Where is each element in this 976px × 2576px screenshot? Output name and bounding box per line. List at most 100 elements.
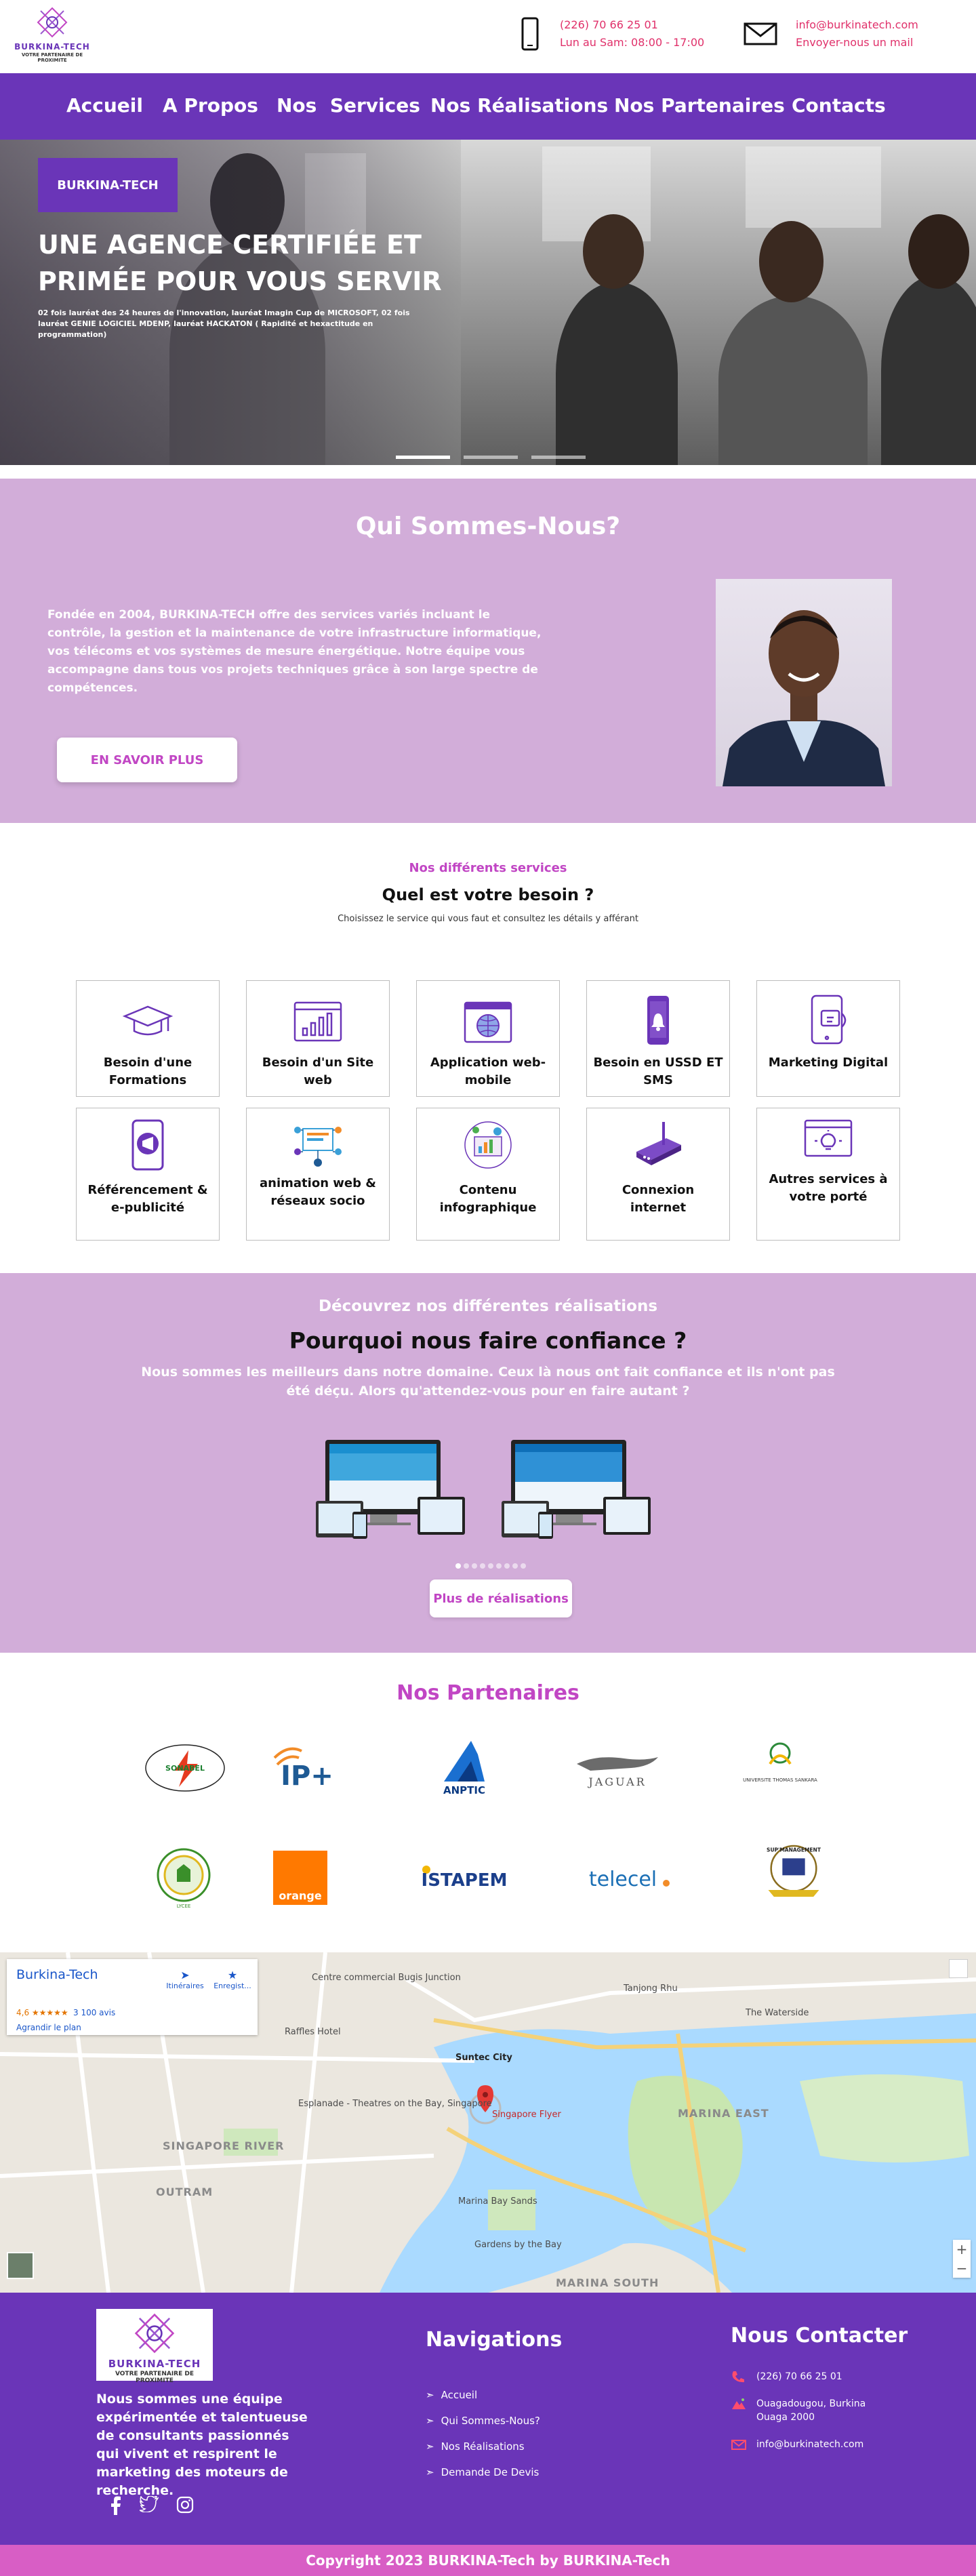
zoom-out-button[interactable]: − [953, 2259, 971, 2278]
paper-plane-icon: ➣ [426, 2440, 434, 2453]
footer-nav-item-devis[interactable]: ➣ Demande De Devis [426, 2459, 540, 2485]
map-label: Suntec City [455, 2053, 512, 2063]
partner-logo-lycee[interactable]: LYCEE [133, 1844, 235, 1912]
embedded-map[interactable]: Centre commercial Bugis Junction Raffles… [0, 1952, 976, 2293]
service-card-infographie[interactable]: Contenu infographique [416, 1108, 560, 1241]
partner-logo-text: SONABEL [165, 1764, 205, 1773]
project-mockup-image[interactable] [316, 1436, 472, 1544]
header-email[interactable]: info@burkinatech.com [796, 16, 918, 34]
partner-logo-text: telecel [589, 1868, 657, 1891]
carousel-dot[interactable] [464, 1563, 469, 1569]
carousel-dot[interactable] [512, 1563, 518, 1569]
map-label: Tanjong Rhu [624, 1984, 678, 1994]
service-card-ussd-sms[interactable]: Besoin en USSD ET SMS [586, 980, 730, 1097]
nav-item-contacts[interactable]: Contacts [792, 94, 886, 117]
service-card-application[interactable]: Application web-mobile [416, 980, 560, 1097]
partner-logo-text: SUP'MANAGEMENT [767, 1847, 821, 1853]
envelope-icon [731, 2440, 746, 2450]
partner-logo-ipplus[interactable]: IP+ [258, 1734, 359, 1802]
graduation-cap-icon [122, 1005, 174, 1036]
hero-dot[interactable] [464, 456, 518, 459]
header-email-cta[interactable]: Envoyer-nous un mail [796, 34, 918, 52]
hero-photo-right [461, 140, 976, 465]
pegman-icon[interactable] [949, 1959, 968, 1978]
partner-logo-orange[interactable]: orange [249, 1844, 351, 1912]
carousel-dot[interactable] [504, 1563, 510, 1569]
services-section: Nos différents services Quel est votre b… [0, 823, 976, 1273]
footer-nav-item-realisations[interactable]: ➣ Nos Réalisations [426, 2434, 540, 2459]
service-label: Besoin d'un Site web [262, 1055, 374, 1087]
partner-logo-text: JAGUAR [587, 1775, 646, 1788]
nav-item-realisations[interactable]: Nos Réalisations [430, 94, 608, 117]
site-logo[interactable]: BURKINA-TECH VOTRE PARTENAIRE DE PROXIMI… [12, 7, 92, 63]
carousel-dot[interactable] [521, 1563, 526, 1569]
project-mockup-image[interactable] [502, 1436, 657, 1544]
footer-contact-title: Nous Contacter [731, 2324, 908, 2348]
nav-item-a-propos[interactable]: A Propos [163, 94, 258, 117]
phone-notification-icon [647, 996, 669, 1045]
phone-icon [732, 2371, 744, 2383]
map-reviews-link[interactable]: 3 100 avis [73, 2008, 115, 2017]
service-card-marketing[interactable]: Marketing Digital [756, 980, 900, 1097]
footer-logo-name: BURKINA-TECH [108, 2358, 201, 2370]
partner-logo-sonabel[interactable]: SONABEL [134, 1734, 236, 1802]
header-phone[interactable]: (226) 70 66 25 01 [560, 16, 704, 34]
about-title: Qui Sommes-Nous? [355, 512, 621, 540]
zoom-in-button[interactable]: + [953, 2240, 971, 2259]
carousel-dot[interactable] [472, 1563, 477, 1569]
service-card-formations[interactable]: Besoin d'une Formations [76, 980, 220, 1097]
carousel-dot[interactable] [480, 1563, 485, 1569]
map-place-name[interactable]: Burkina-Tech [16, 1967, 98, 1982]
partner-logo-anptic[interactable]: ANPTIC [413, 1734, 515, 1802]
map-enlarge-link[interactable]: Agrandir le plan [16, 2023, 81, 2032]
megaphone-phone-icon [131, 1119, 164, 1171]
mountain-location-icon [732, 2398, 746, 2409]
nav-item-partenaires[interactable]: Nos Partenaires [614, 94, 785, 117]
header-hours: Lun au Sam: 08:00 - 17:00 [560, 36, 705, 49]
service-label: Connexion internet [622, 1183, 695, 1215]
partner-logo-telecel[interactable]: telecel [576, 1844, 678, 1912]
footer-logo-tagline: VOTRE PARTENAIRE DE PROXIMITE [115, 2371, 195, 2384]
footer-nav-list: ➣ Accueil ➣ Qui Sommes-Nous? ➣ Nos Réalisat… [426, 2382, 540, 2485]
nav-item-services[interactable]: Nos Services [277, 94, 420, 117]
service-card-animation[interactable]: animation web & réseaux socio [246, 1108, 390, 1241]
footer-contact-phone[interactable]: (226) 70 66 25 01 [731, 2370, 866, 2383]
carousel-dot[interactable] [455, 1563, 461, 1569]
footer-nav-item-qui-sommes-nous[interactable]: ➣ Qui Sommes-Nous? [426, 2408, 540, 2434]
map-save-button[interactable]: ★ Enregist... [211, 1969, 253, 1990]
social-network-icon [294, 1127, 342, 1167]
hero-dot[interactable] [531, 456, 586, 459]
paper-plane-icon: ➣ [426, 2415, 434, 2427]
carousel-dot[interactable] [496, 1563, 502, 1569]
partner-logo-jaguar[interactable]: JAGUAR [567, 1734, 668, 1802]
carousel-dot[interactable] [488, 1563, 493, 1569]
twitter-icon[interactable] [140, 2496, 159, 2512]
hero-dot[interactable] [396, 456, 450, 459]
service-card-referencement[interactable]: Référencement & e-publicité [76, 1108, 220, 1241]
service-card-site-web[interactable]: Besoin d'un Site web [246, 980, 390, 1097]
realisations-pagination [455, 1563, 526, 1569]
map-directions-button[interactable]: ➤ Itinéraires [164, 1969, 206, 1990]
service-card-autres[interactable]: Autres services à votre porté [756, 1108, 900, 1241]
partner-logo-text: ANPTIC [443, 1784, 485, 1796]
footer-nav-label: Accueil [441, 2389, 478, 2401]
map-zoom-control[interactable]: + − [953, 2240, 971, 2278]
header-phone-block[interactable]: (226) 70 66 25 01 Lun au Sam: 08:00 - 17… [518, 16, 704, 52]
partner-logo-universite-thomas-sankara[interactable]: UNIVERSITE THOMAS SANKARA [729, 1734, 831, 1802]
satellite-toggle-button[interactable] [7, 2252, 34, 2279]
partner-logo-sup-management[interactable]: SUP'MANAGEMENT [743, 1836, 845, 1904]
partner-logo-istapem[interactable]: ISTAPEM [413, 1844, 515, 1912]
header-email-block[interactable]: info@burkinatech.com Envoyer-nous un mai… [743, 16, 918, 52]
footer-nav-item-accueil[interactable]: ➣ Accueil [426, 2382, 540, 2408]
footer-contact-email[interactable]: info@burkinatech.com [731, 2438, 866, 2451]
learn-more-button[interactable]: EN SAVOIR PLUS [57, 738, 237, 782]
map-place-card: Burkina-Tech ➤ Itinéraires ★ Enregist...… [7, 1959, 258, 2035]
service-card-connexion[interactable]: Connexion internet [586, 1108, 730, 1241]
footer-logo[interactable]: BURKINA-TECH VOTRE PARTENAIRE DE PROXIMI… [96, 2309, 213, 2384]
hero-slider[interactable]: BURKINA-TECH UNE AGENCE CERTIFIÉE ET PRI… [0, 140, 976, 465]
more-realisations-button[interactable]: Plus de réalisations [430, 1579, 572, 1617]
nav-item-accueil[interactable]: Accueil [66, 94, 143, 117]
facebook-icon[interactable] [108, 2496, 122, 2515]
instagram-icon[interactable] [176, 2496, 194, 2514]
hero-pagination [396, 456, 586, 459]
